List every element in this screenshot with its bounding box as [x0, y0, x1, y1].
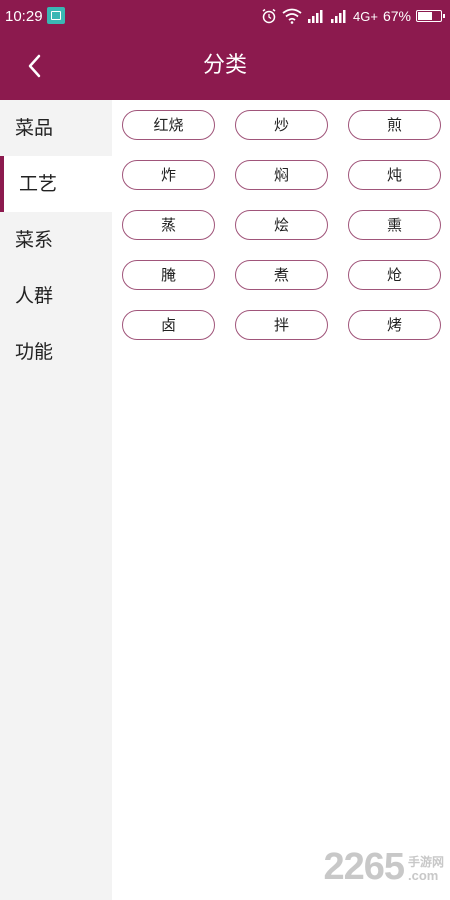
tag-button[interactable]: 蒸 — [122, 210, 215, 240]
wifi-icon — [282, 8, 302, 24]
sidebar-item-technique[interactable]: 工艺 — [0, 156, 112, 212]
sidebar-item-people[interactable]: 人群 — [0, 268, 112, 324]
tag-button[interactable]: 炒 — [235, 110, 328, 140]
tag-button[interactable]: 炖 — [348, 160, 441, 190]
status-icons: 4G+ 67% — [261, 7, 445, 25]
watermark-domain: .com — [407, 868, 439, 883]
tag-button[interactable]: 炝 — [348, 260, 441, 290]
tag-button[interactable]: 煎 — [348, 110, 441, 140]
tag-panel: 红烧 炒 煎 炸 焖 炖 蒸 烩 熏 腌 煮 炝 卤 拌 烤 — [112, 100, 450, 900]
watermark-label: 手游网 — [407, 855, 444, 869]
sidebar-item-label: 人群 — [15, 285, 54, 307]
alarm-icon — [262, 8, 276, 24]
tag-button[interactable]: 炸 — [122, 160, 215, 190]
sidebar-item-cuisine[interactable]: 菜系 — [0, 212, 112, 268]
network-type: 4G+ — [353, 8, 378, 24]
battery-level — [418, 12, 433, 20]
app-header: 10:29 4G+ 67% 分类 — [0, 0, 450, 100]
tag-button[interactable]: 煮 — [235, 260, 328, 290]
tag-button[interactable]: 烩 — [235, 210, 328, 240]
sidebar-item-label: 菜系 — [15, 229, 54, 251]
tag-button[interactable]: 熏 — [348, 210, 441, 240]
sidebar-item-label: 菜品 — [15, 117, 54, 139]
tag-button[interactable]: 卤 — [122, 310, 215, 340]
status-time: 10:29 — [5, 8, 43, 25]
category-sidebar: 菜品 工艺 菜系 人群 功能 — [0, 100, 112, 900]
signal-icon — [308, 10, 323, 23]
tag-button[interactable]: 烤 — [348, 310, 441, 340]
tag-button[interactable]: 拌 — [235, 310, 328, 340]
tag-grid: 红烧 炒 煎 炸 焖 炖 蒸 烩 熏 腌 煮 炝 卤 拌 烤 — [112, 100, 450, 340]
signal-icon — [331, 10, 346, 23]
sidebar-item-dishes[interactable]: 菜品 — [0, 100, 112, 156]
page-title: 分类 — [202, 53, 247, 78]
battery-percent: 67% — [382, 8, 411, 24]
watermark-number: 2265 — [323, 846, 405, 888]
battery-icon — [416, 10, 445, 22]
screenshot-app-icon — [47, 7, 65, 24]
watermark-logo: 2265 手游网 .com — [323, 848, 444, 886]
sidebar-item-label: 功能 — [15, 341, 54, 363]
sidebar-item-function[interactable]: 功能 — [0, 324, 112, 380]
tag-button[interactable]: 红烧 — [122, 110, 215, 140]
tag-button[interactable]: 焖 — [235, 160, 328, 190]
status-bar: 10:29 4G+ 67% — [0, 0, 450, 32]
sidebar-item-label: 工艺 — [19, 173, 58, 195]
tag-button[interactable]: 腌 — [122, 260, 215, 290]
